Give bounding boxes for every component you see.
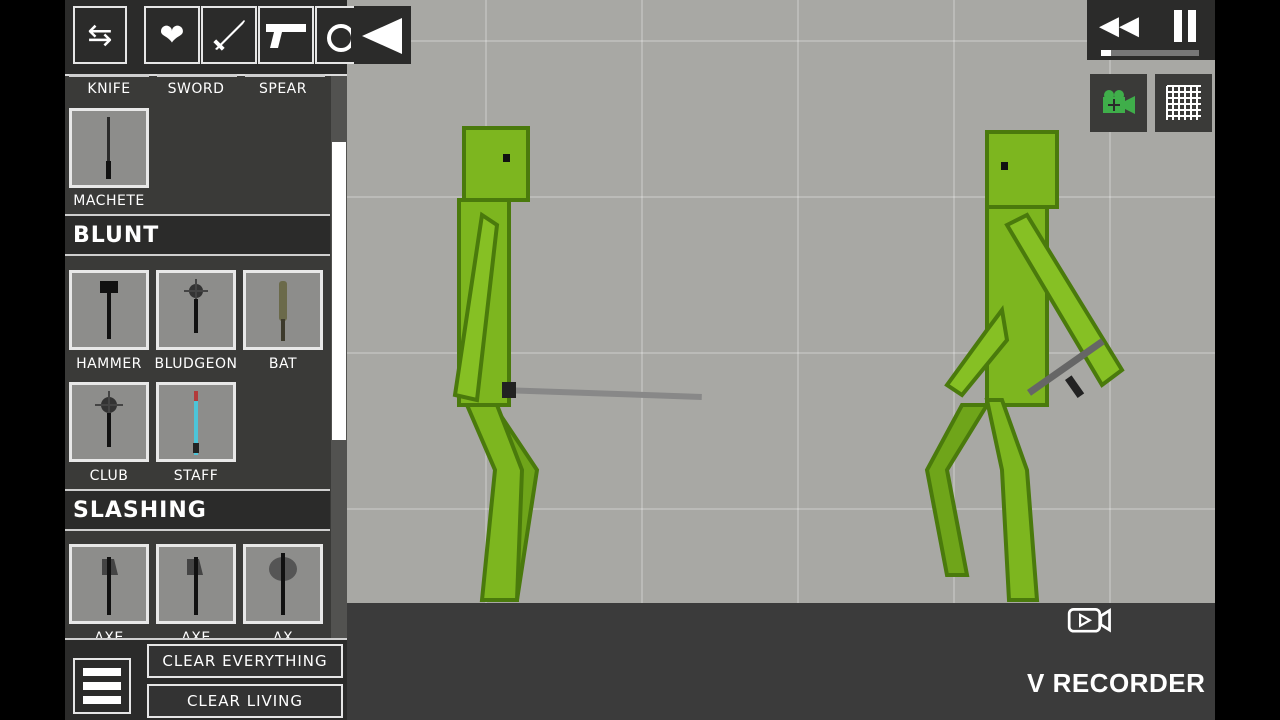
bat-icon [279, 281, 287, 341]
game-screen: ⇆ ❤ KNIFE SWORD SPEAR MACHETE BLUNT HAMM… [65, 0, 1215, 720]
melon-eye-right [1001, 162, 1008, 170]
item-label-machete: MACHETE [73, 193, 145, 209]
panel-bottom-bar: CLEAR EVERYTHING CLEAR LIVING [65, 638, 347, 720]
swap-arrows-icon[interactable]: ⇆ [73, 6, 127, 64]
battle-ax-icon [269, 553, 297, 615]
machete-held-left[interactable] [501, 382, 702, 400]
item-hammer[interactable] [69, 270, 149, 350]
camera-move-icon [1102, 90, 1135, 114]
item-label-staff: STAFF [173, 468, 219, 484]
sword-icon[interactable] [201, 6, 257, 64]
melon-ragdoll-left[interactable] [452, 126, 540, 602]
item-machete[interactable] [69, 108, 149, 188]
item-axe-1[interactable] [69, 544, 149, 624]
axe-icon [187, 557, 203, 615]
item-label-knife: KNIFE [87, 81, 131, 97]
item-label-sword: SWORD [167, 81, 225, 97]
item-label-hammer: HAMMER [76, 356, 142, 372]
rewind-icon[interactable]: ◀◀ [1097, 6, 1141, 46]
tab-divider [157, 74, 237, 77]
category-toolbar: ⇆ ❤ [65, 0, 355, 76]
watermark-text: V RECORDER [1027, 668, 1206, 698]
item-axe-2[interactable] [156, 544, 236, 624]
staff-icon [193, 391, 199, 455]
bludgeon-icon [184, 279, 208, 333]
item-staff[interactable] [156, 382, 236, 462]
item-label-spear: SPEAR [259, 81, 307, 97]
clear-everything-button[interactable]: CLEAR EVERYTHING [147, 644, 343, 678]
item-club[interactable] [69, 382, 149, 462]
explosive-icon[interactable] [315, 6, 355, 64]
characters-layer [452, 126, 1125, 602]
item-battle-ax[interactable] [243, 544, 323, 624]
machete-icon [106, 117, 111, 179]
timeline-progress [1101, 50, 1111, 56]
collapse-panel-button[interactable] [354, 6, 411, 64]
pistol-icon[interactable] [258, 6, 314, 64]
item-bludgeon[interactable] [156, 270, 236, 350]
category-header-slashing: SLASHING [65, 489, 330, 531]
collapse-triangle-icon [362, 18, 402, 54]
clear-living-button[interactable]: CLEAR LIVING [147, 684, 343, 718]
item-label-club: CLUB [89, 468, 129, 484]
timeline-bar[interactable] [1101, 50, 1199, 56]
grid-toggle-button[interactable] [1155, 74, 1212, 132]
menu-button[interactable] [73, 658, 131, 714]
camera-move-button[interactable] [1090, 74, 1147, 132]
hammer-icon [100, 281, 118, 339]
category-header-blunt: BLUNT [65, 214, 330, 256]
melon-eye-left [503, 154, 510, 162]
heart-icon[interactable]: ❤ [144, 6, 200, 64]
tab-divider [245, 74, 325, 77]
item-label-bat: BAT [268, 356, 298, 372]
recorder-watermark-icon [1067, 607, 1111, 633]
club-icon [95, 391, 123, 447]
panel-scroll-thumb[interactable] [332, 142, 346, 440]
item-bat[interactable] [243, 270, 323, 350]
item-label-bludgeon: BLUDGEON [154, 356, 238, 372]
pause-icon[interactable] [1163, 6, 1207, 46]
item-panel: ⇆ ❤ KNIFE SWORD SPEAR MACHETE BLUNT HAMM… [65, 0, 355, 720]
tab-divider [69, 74, 149, 77]
grid-icon [1165, 85, 1201, 120]
melon-ragdoll-right[interactable] [924, 130, 1125, 602]
axe-icon [102, 557, 118, 615]
